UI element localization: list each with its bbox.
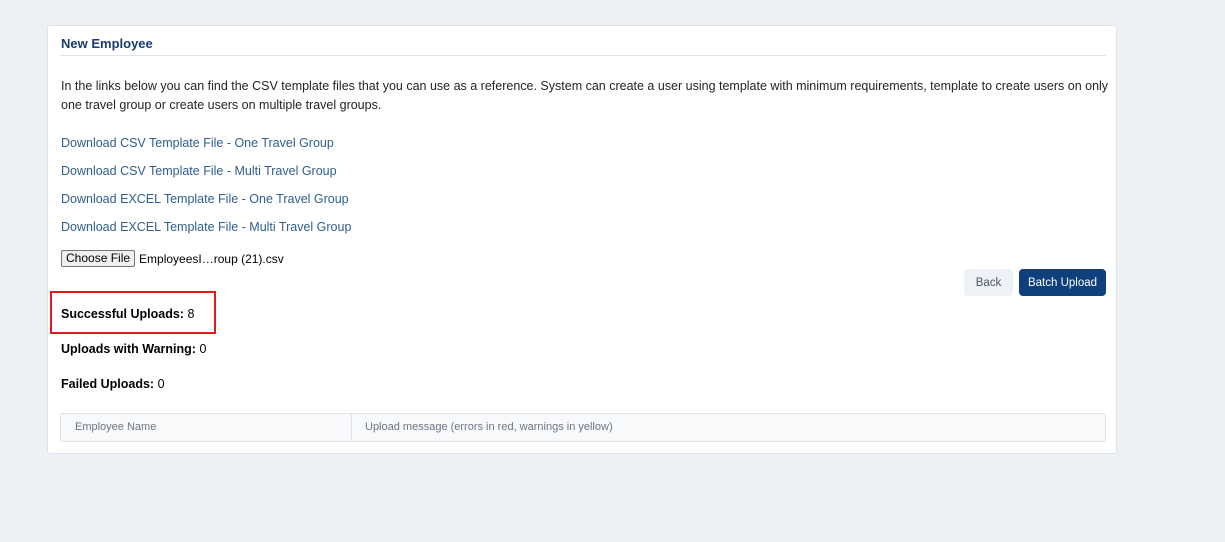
highlight-annotation [50,291,216,334]
warning-uploads-label: Uploads with Warning: [61,342,196,356]
upload-results-table: Employee Name Upload message (errors in … [60,413,1106,442]
warning-uploads-stat: Uploads with Warning: 0 [61,342,206,356]
file-input[interactable]: Choose File EmployeesI…roup (21).csv [61,250,284,267]
title-divider [60,55,1106,56]
card-title: New Employee [61,36,153,51]
column-header-employee-name: Employee Name [61,414,352,441]
failed-uploads-label: Failed Uploads: [61,377,155,391]
new-employee-card: New Employee In the links below you can … [47,25,1117,454]
choose-file-button[interactable]: Choose File [61,250,136,267]
back-button[interactable]: Back [964,269,1013,296]
download-excel-multi-group-link[interactable]: Download EXCEL Template File - Multi Tra… [61,220,351,234]
download-excel-one-group-link[interactable]: Download EXCEL Template File - One Trave… [61,192,349,206]
failed-uploads-stat: Failed Uploads: 0 [61,377,165,391]
column-header-upload-message: Upload message (errors in red, warnings … [365,421,613,433]
selected-file-name: EmployeesI…roup (21).csv [139,251,284,266]
download-csv-one-group-link[interactable]: Download CSV Template File - One Travel … [61,136,334,150]
failed-uploads-value: 0 [157,377,165,391]
download-csv-multi-group-link[interactable]: Download CSV Template File - Multi Trave… [61,164,337,178]
warning-uploads-value: 0 [199,342,207,356]
batch-upload-button[interactable]: Batch Upload [1019,269,1106,296]
intro-text: In the links below you can find the CSV … [61,79,1109,112]
